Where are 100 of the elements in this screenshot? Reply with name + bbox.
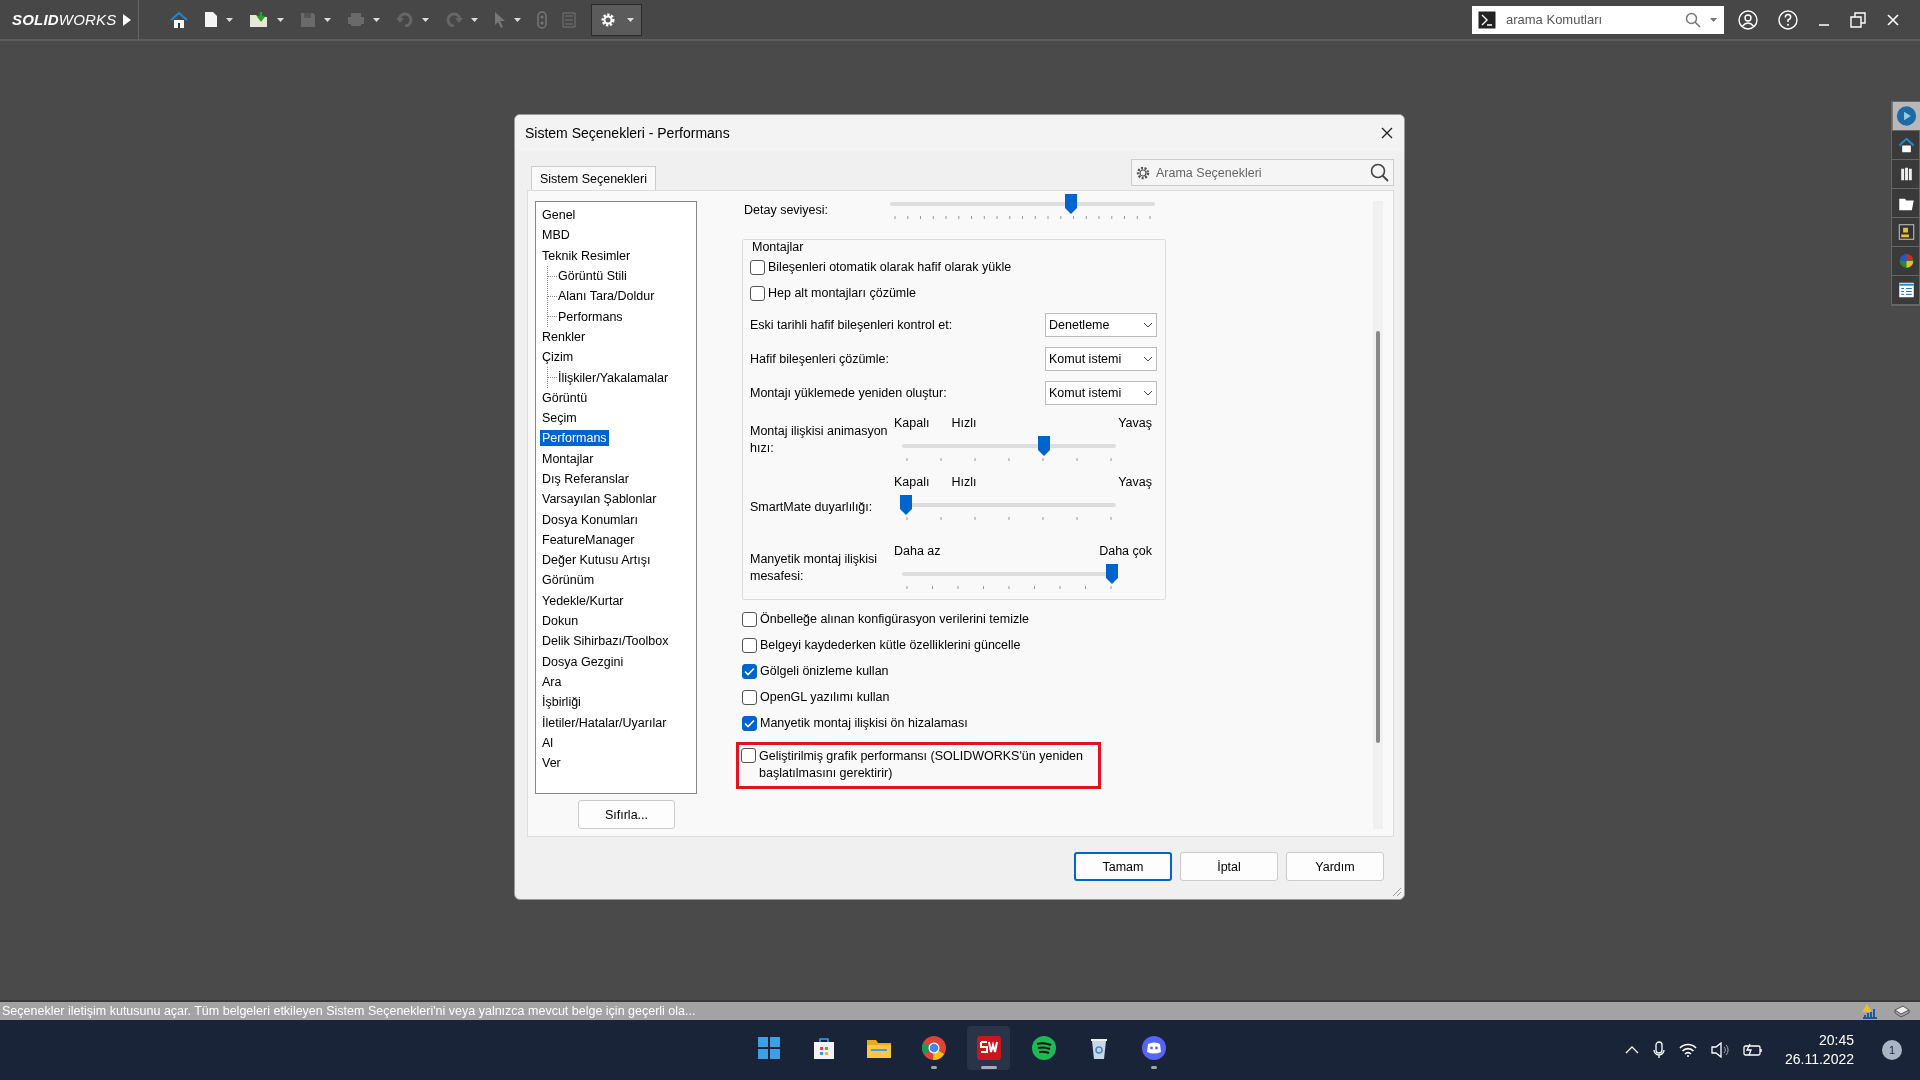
help-icon[interactable]: [1778, 9, 1798, 30]
tree-item[interactable]: Performans: [558, 309, 623, 324]
tree-item[interactable]: Genel: [540, 207, 578, 224]
caret-icon[interactable]: [276, 16, 285, 23]
dialog-button[interactable]: İptal: [1180, 852, 1278, 881]
checkbox-label: Geliştirilmiş grafik performansı (SOLIDWORKS'ün yeniden başlatılmasını gerektirir): [759, 748, 1084, 782]
close-icon[interactable]: [1380, 126, 1394, 140]
search-field[interactable]: arama Komutları: [1504, 11, 1677, 28]
dialog-button[interactable]: Tamam: [1074, 852, 1172, 881]
user-icon[interactable]: [1738, 9, 1758, 30]
tree-item[interactable]: Çizim: [540, 349, 576, 366]
chat-app-icon[interactable]: [1139, 1034, 1168, 1062]
tree-item[interactable]: Ver: [540, 755, 563, 772]
expand-arrow-icon[interactable]: [122, 12, 132, 27]
music-app-icon[interactable]: [1029, 1034, 1058, 1062]
caret-icon[interactable]: [372, 16, 381, 23]
caret-icon[interactable]: [626, 16, 635, 23]
wifi-icon[interactable]: [1678, 1043, 1697, 1057]
dialog-button[interactable]: Yardım: [1286, 852, 1384, 881]
clock-date[interactable]: 26.11.2022: [1784, 1050, 1854, 1069]
slider-thumb[interactable]: [1038, 436, 1050, 456]
tab[interactable]: Sistem Seçenekleri: [531, 166, 656, 190]
search-bar[interactable]: arama Komutları: [1472, 5, 1724, 34]
checkbox[interactable]: [742, 664, 757, 679]
tree-item[interactable]: Montajlar: [540, 450, 596, 467]
slider-thumb[interactable]: [1106, 564, 1118, 584]
tree-item[interactable]: Yedekle/Kurtar: [540, 592, 626, 609]
tree-item[interactable]: Görüntü Stili: [558, 269, 627, 284]
caret-icon[interactable]: [225, 16, 234, 23]
tree-item[interactable]: Dosya Konumları: [540, 511, 640, 528]
checkbox[interactable]: [742, 716, 757, 731]
cad-app-icon[interactable]: [974, 1034, 1003, 1062]
search-field[interactable]: Arama Seçenekleri: [1154, 164, 1366, 181]
tree-item[interactable]: İletiler/Hatalar/Uyarılar: [540, 714, 669, 731]
search-icon[interactable]: [1370, 163, 1389, 182]
checkbox[interactable]: [742, 690, 757, 705]
speaker-icon[interactable]: [1710, 1042, 1729, 1058]
resize-grip-icon[interactable]: [1392, 887, 1402, 897]
tree-item[interactable]: Dokun: [540, 613, 581, 630]
chevron-up-icon[interactable]: [1624, 1046, 1639, 1054]
slider[interactable]: [900, 495, 1118, 515]
tree-item[interactable]: Varsayılan Şablonlar: [540, 491, 659, 508]
dropdown[interactable]: Denetleme: [1045, 313, 1157, 337]
settings-button[interactable]: [591, 3, 642, 36]
scale-label: Kapalı: [894, 416, 930, 430]
dropdown[interactable]: Komut istemi: [1045, 381, 1157, 405]
slider[interactable]: [900, 436, 1118, 456]
caret-icon[interactable]: [421, 16, 430, 23]
checkbox[interactable]: [741, 748, 756, 763]
folder-icon[interactable]: [249, 11, 269, 28]
tree-item[interactable]: FeatureManager: [540, 531, 637, 548]
tree-item[interactable]: Teknik Resimler: [540, 247, 633, 264]
slider[interactable]: [900, 564, 1118, 584]
tree-item[interactable]: Görünüm: [540, 572, 597, 589]
search-bar[interactable]: Arama Seçenekleri: [1131, 159, 1394, 186]
checkbox[interactable]: [750, 285, 765, 301]
browser-icon[interactable]: [919, 1034, 948, 1062]
dropdown[interactable]: Komut istemi: [1045, 347, 1157, 371]
tree-item[interactable]: Değer Kutusu Artışı: [540, 552, 653, 569]
battery-icon[interactable]: [1742, 1043, 1763, 1057]
reset-button[interactable]: Sıfırla...: [578, 800, 675, 829]
home-icon[interactable]: [169, 10, 189, 29]
tree-item[interactable]: Al: [540, 734, 556, 751]
slider[interactable]: [888, 194, 1157, 214]
tree-item[interactable]: Dosya Gezgini: [540, 653, 626, 670]
microphone-icon[interactable]: [1652, 1041, 1665, 1059]
notification-badge[interactable]: 1: [1882, 1040, 1902, 1060]
tree-item[interactable]: Görüntü: [540, 389, 590, 406]
document-icon[interactable]: [204, 11, 218, 28]
checkbox[interactable]: [742, 638, 757, 653]
caret-icon[interactable]: [470, 16, 479, 23]
settings-icon[interactable]: [1136, 165, 1150, 180]
tree-item[interactable]: İlişkiler/Yakalamalar: [558, 370, 669, 385]
tree-item[interactable]: MBD: [540, 227, 572, 244]
search-icon[interactable]: [1685, 11, 1701, 28]
tree-item[interactable]: Ara: [540, 673, 564, 690]
tree-item[interactable]: Performans: [540, 430, 609, 447]
checkbox-label: Gölgeli önizleme kullan: [760, 664, 889, 678]
terminal-icon: [1478, 10, 1496, 29]
caret-icon[interactable]: [323, 16, 332, 23]
tree-item[interactable]: Delik Sihirbazı/Toolbox: [540, 633, 671, 650]
restore-icon[interactable]: [1850, 11, 1866, 28]
scrollbar[interactable]: [1373, 201, 1383, 829]
tree-item[interactable]: İşbirliği: [540, 694, 583, 711]
checkbox-label: OpenGL yazılımı kullan: [760, 690, 890, 704]
tree-item[interactable]: Seçim: [540, 410, 579, 427]
settings-icon[interactable]: [600, 11, 616, 28]
slider-label: Manyetik montaj ilişkisi mesafesi:: [750, 551, 879, 585]
tree-item[interactable]: Alanı Tara/Doldur: [558, 289, 655, 304]
slider-thumb[interactable]: [900, 495, 912, 515]
checkbox[interactable]: [742, 612, 757, 627]
tree-item[interactable]: Dış Referanslar: [540, 471, 631, 487]
caret-icon[interactable]: [1709, 16, 1718, 23]
checkbox[interactable]: [750, 259, 765, 275]
caret-icon[interactable]: [513, 16, 522, 23]
tree-item[interactable]: Renkler: [540, 328, 588, 345]
clock-time[interactable]: 20:45: [1818, 1031, 1854, 1050]
slider-thumb[interactable]: [1065, 194, 1078, 214]
checkbox-label: Manyetik montaj ilişkisi ön hizalaması: [760, 716, 968, 730]
app-logo: SOLIDWORKS: [12, 11, 117, 28]
